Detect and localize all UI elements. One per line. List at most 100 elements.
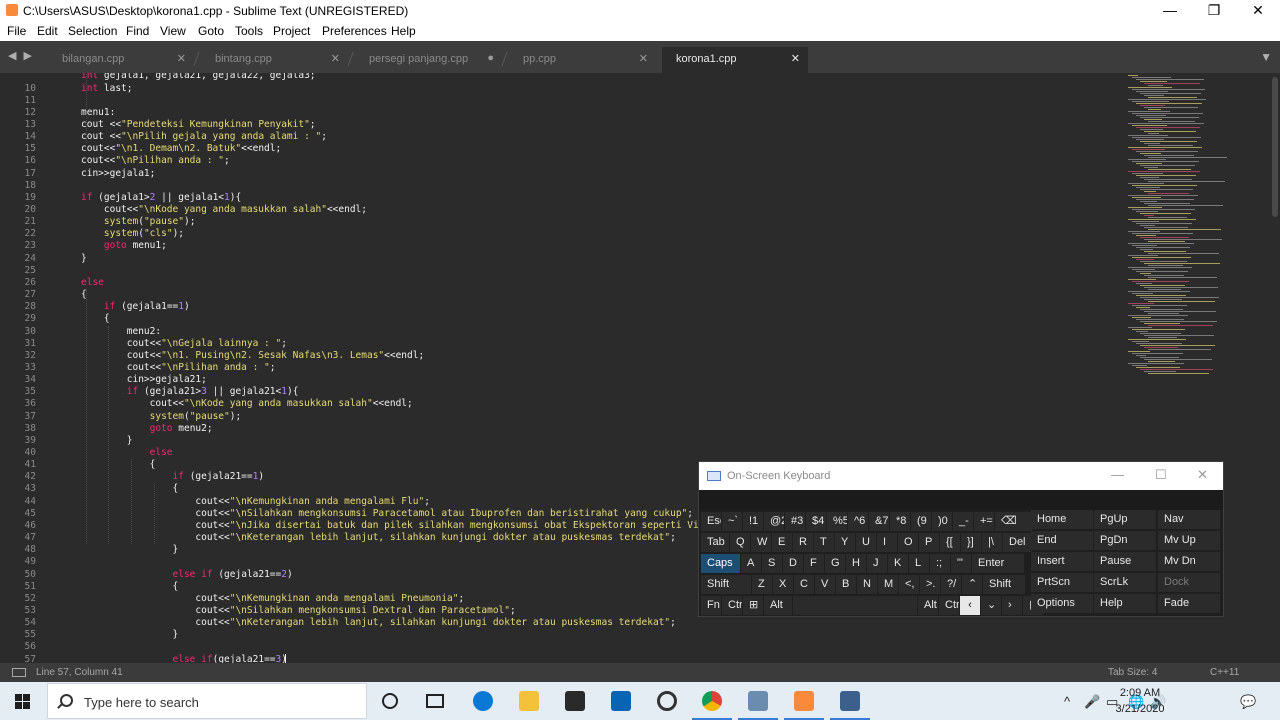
code-line[interactable]: cout<<"\nPilihan anda : "; xyxy=(81,362,276,374)
editor-app-icon[interactable] xyxy=(738,687,778,720)
tab-persegi-panjang[interactable]: persegi panjang.cpp ● xyxy=(355,47,502,73)
osk-key[interactable]: $4 xyxy=(806,512,826,531)
code-line[interactable]: } xyxy=(81,253,87,265)
notification-icon[interactable]: 💬 xyxy=(1240,694,1256,710)
tab-unsaved-dot-icon[interactable]: ● xyxy=(487,52,494,64)
osk-key[interactable]: "' xyxy=(951,554,971,573)
osk-key[interactable]: Fn xyxy=(701,596,721,615)
code-line[interactable]: } xyxy=(81,629,179,641)
code-line[interactable]: cout<<"\nJika disertai batuk dan pilek s… xyxy=(81,520,704,532)
code-line[interactable]: int last; xyxy=(81,83,133,95)
code-line[interactable]: cout<<"\n1. Demam\n2. Batuk"<<endl; xyxy=(81,143,281,155)
code-line[interactable]: cout <<"Pendeteksi Kemungkinan Penyakit"… xyxy=(81,119,316,131)
tab-close-icon[interactable]: ✕ xyxy=(639,52,648,65)
code-line[interactable]: cout<<"\nKemungkinan anda mengalami Pneu… xyxy=(81,593,464,605)
osk-key[interactable]: PgUp xyxy=(1094,510,1156,529)
panel-toggle-icon[interactable] xyxy=(12,668,26,677)
code-line[interactable]: int gejala1, gejala21, gejala22, gejala3… xyxy=(81,73,316,82)
code-line[interactable]: if (gejala21>3 || gejala21<1){ xyxy=(81,386,299,398)
mail-icon[interactable] xyxy=(607,687,635,715)
osk-key[interactable]: Fade xyxy=(1158,594,1220,613)
maximize-button[interactable]: ❐ xyxy=(1192,0,1236,21)
menu-file[interactable]: File xyxy=(7,24,26,38)
microphone-icon[interactable]: 🎤 xyxy=(1084,694,1100,710)
start-button[interactable] xyxy=(0,682,46,720)
tab-size-selector[interactable]: Tab Size: 4 xyxy=(1108,667,1157,678)
minimize-button[interactable]: — xyxy=(1148,0,1192,21)
osk-key[interactable]: !1 xyxy=(743,512,763,531)
osk-key[interactable]: {[ xyxy=(940,533,960,552)
osk-key[interactable]: Alt xyxy=(918,596,938,615)
tab-bilangan[interactable]: bilangan.cpp ✕ xyxy=(48,47,194,73)
osk-key[interactable]: ~` xyxy=(722,512,742,531)
osk-key[interactable]: <, xyxy=(899,575,919,594)
osk-key[interactable]: ‹ xyxy=(960,596,980,615)
osk-key[interactable]: H xyxy=(846,554,866,573)
osk-key[interactable]: #3 xyxy=(785,512,805,531)
tab-bintang[interactable]: bintang.cpp ✕ xyxy=(201,47,348,73)
osk-key[interactable]: V xyxy=(815,575,835,594)
osk-key[interactable]: A xyxy=(741,554,761,573)
osk-key[interactable]: ?/ xyxy=(941,575,961,594)
menu-help[interactable]: Help xyxy=(391,24,416,38)
tab-close-icon[interactable]: ✕ xyxy=(791,52,800,65)
code-line[interactable]: cout <<"\nPilih gejala yang anda alami :… xyxy=(81,131,327,143)
osk-key[interactable]: Alt xyxy=(764,596,792,615)
osk-taskbar-icon[interactable] xyxy=(830,687,870,720)
store-icon[interactable] xyxy=(561,687,589,715)
osk-key[interactable]: U xyxy=(856,533,876,552)
osk-key[interactable]: X xyxy=(773,575,793,594)
clock-date[interactable]: 3/21/2020 xyxy=(1110,703,1170,715)
osk-key[interactable]: B xyxy=(836,575,856,594)
osk-key[interactable]: ScrLk xyxy=(1094,573,1156,592)
syntax-selector[interactable]: C++11 xyxy=(1210,667,1239,678)
osk-key[interactable]: @2 xyxy=(764,512,784,531)
osk-key[interactable]: %5 xyxy=(827,512,847,531)
osk-key[interactable]: Z xyxy=(752,575,772,594)
tab-overflow-icon[interactable]: ▼ xyxy=(1260,50,1272,64)
taskbar-search-box[interactable]: Type here to search xyxy=(47,683,367,719)
code-line[interactable]: cout<<"\n1. Pusing\n2. Sesak Nafas\n3. L… xyxy=(81,350,424,362)
osk-key[interactable]: L xyxy=(909,554,929,573)
code-line[interactable]: system("cls"); xyxy=(81,228,184,240)
osk-key[interactable]: Tab xyxy=(701,533,729,552)
menu-selection[interactable]: Selection xyxy=(68,24,117,38)
code-line[interactable]: } xyxy=(81,435,133,447)
tab-nav-arrows-icon[interactable]: ◀ ▶ xyxy=(8,49,34,62)
osk-key[interactable]: _- xyxy=(953,512,973,531)
code-line[interactable]: cin>>gejala21; xyxy=(81,374,207,386)
osk-key[interactable]: J xyxy=(867,554,887,573)
osk-key[interactable]: P xyxy=(919,533,939,552)
osk-key[interactable]: Options xyxy=(1031,594,1093,613)
code-line[interactable]: cout<<"\nGejala lainnya : "; xyxy=(81,338,287,350)
osk-key[interactable]: Mv Up xyxy=(1158,531,1220,550)
menu-preferences[interactable]: Preferences xyxy=(322,24,387,38)
code-line[interactable]: { xyxy=(81,459,156,471)
code-line[interactable]: menu2: xyxy=(81,326,161,338)
osk-key[interactable]: }] xyxy=(961,533,981,552)
osk-key[interactable]: N xyxy=(857,575,877,594)
code-line[interactable]: cout<<"\nSilahkan mengkonsumsi Dextral d… xyxy=(81,605,515,617)
cortana-icon[interactable] xyxy=(376,687,404,715)
code-line[interactable]: else if(gejala21==3) xyxy=(81,654,287,663)
osk-key[interactable]: Q xyxy=(730,533,750,552)
osk-key[interactable]: ⊞ xyxy=(743,596,763,615)
sublime-text-taskbar-icon[interactable] xyxy=(784,687,824,720)
menu-find[interactable]: Find xyxy=(126,24,149,38)
settings-gear-icon[interactable] xyxy=(653,687,681,715)
osk-key[interactable]: *8 xyxy=(890,512,910,531)
code-line[interactable]: cout<<"\nKeterangan lebih lanjut, silahk… xyxy=(81,617,675,629)
minimap[interactable] xyxy=(1120,73,1260,393)
osk-key[interactable]: Mv Dn xyxy=(1158,552,1220,571)
osk-key[interactable]: Insert xyxy=(1031,552,1093,571)
menu-tools[interactable]: Tools xyxy=(235,24,263,38)
osk-key[interactable]: Enter xyxy=(972,554,1024,573)
osk-key[interactable]: Pause xyxy=(1094,552,1156,571)
menu-view[interactable]: View xyxy=(160,24,186,38)
osk-key[interactable]: M xyxy=(878,575,898,594)
osk-key[interactable]: Help xyxy=(1094,594,1156,613)
osk-key[interactable]: Esc xyxy=(701,512,721,531)
code-line[interactable]: goto menu1; xyxy=(81,240,167,252)
osk-key[interactable]: K xyxy=(888,554,908,573)
chrome-icon[interactable] xyxy=(692,687,732,720)
